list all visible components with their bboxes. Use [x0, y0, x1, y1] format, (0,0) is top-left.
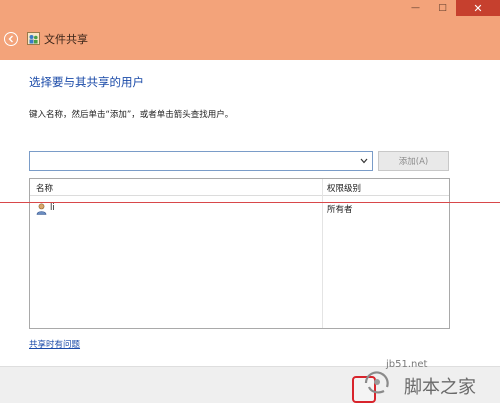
column-header-name[interactable]: 名称	[36, 182, 53, 194]
close-button[interactable]: ✕	[456, 0, 500, 16]
dialog-heading: 选择要与其共享的用户	[29, 75, 144, 89]
title-bar: — □ ✕ 文件共享	[0, 0, 500, 60]
table-header: 名称 权限级别	[30, 179, 449, 196]
watermark-brand: 脚本之家	[404, 377, 476, 398]
table-row[interactable]: li 所有者	[30, 202, 449, 216]
watermark: jb51.net 脚本之家	[360, 359, 494, 401]
user-name-cell: li	[50, 203, 55, 213]
add-button[interactable]: 添加(A)	[378, 151, 449, 171]
user-name-combobox[interactable]	[29, 151, 373, 171]
chevron-down-icon[interactable]	[359, 155, 369, 167]
watermark-site: jb51.net	[386, 359, 428, 370]
share-users-icon	[27, 32, 40, 45]
sharing-users-table: 名称 权限级别 li 所有者	[29, 178, 450, 329]
permission-cell[interactable]: 所有者	[327, 203, 353, 215]
minimize-button[interactable]: —	[402, 0, 429, 16]
window-title: 文件共享	[44, 33, 88, 46]
back-button[interactable]	[4, 32, 18, 46]
maximize-button[interactable]: □	[429, 0, 456, 16]
watermark-logo-icon	[364, 371, 389, 394]
window-controls: — □ ✕	[402, 0, 500, 16]
column-header-permission[interactable]: 权限级别	[327, 182, 361, 194]
highlight-line	[0, 202, 500, 203]
instruction-text: 键入名称，然后单击“添加”，或者单击箭头查找用户。	[29, 110, 234, 120]
sharing-help-link[interactable]: 共享时有问题	[29, 338, 80, 350]
back-arrow-icon	[8, 35, 13, 43]
user-name-input[interactable]	[30, 152, 356, 170]
user-icon	[36, 203, 47, 215]
